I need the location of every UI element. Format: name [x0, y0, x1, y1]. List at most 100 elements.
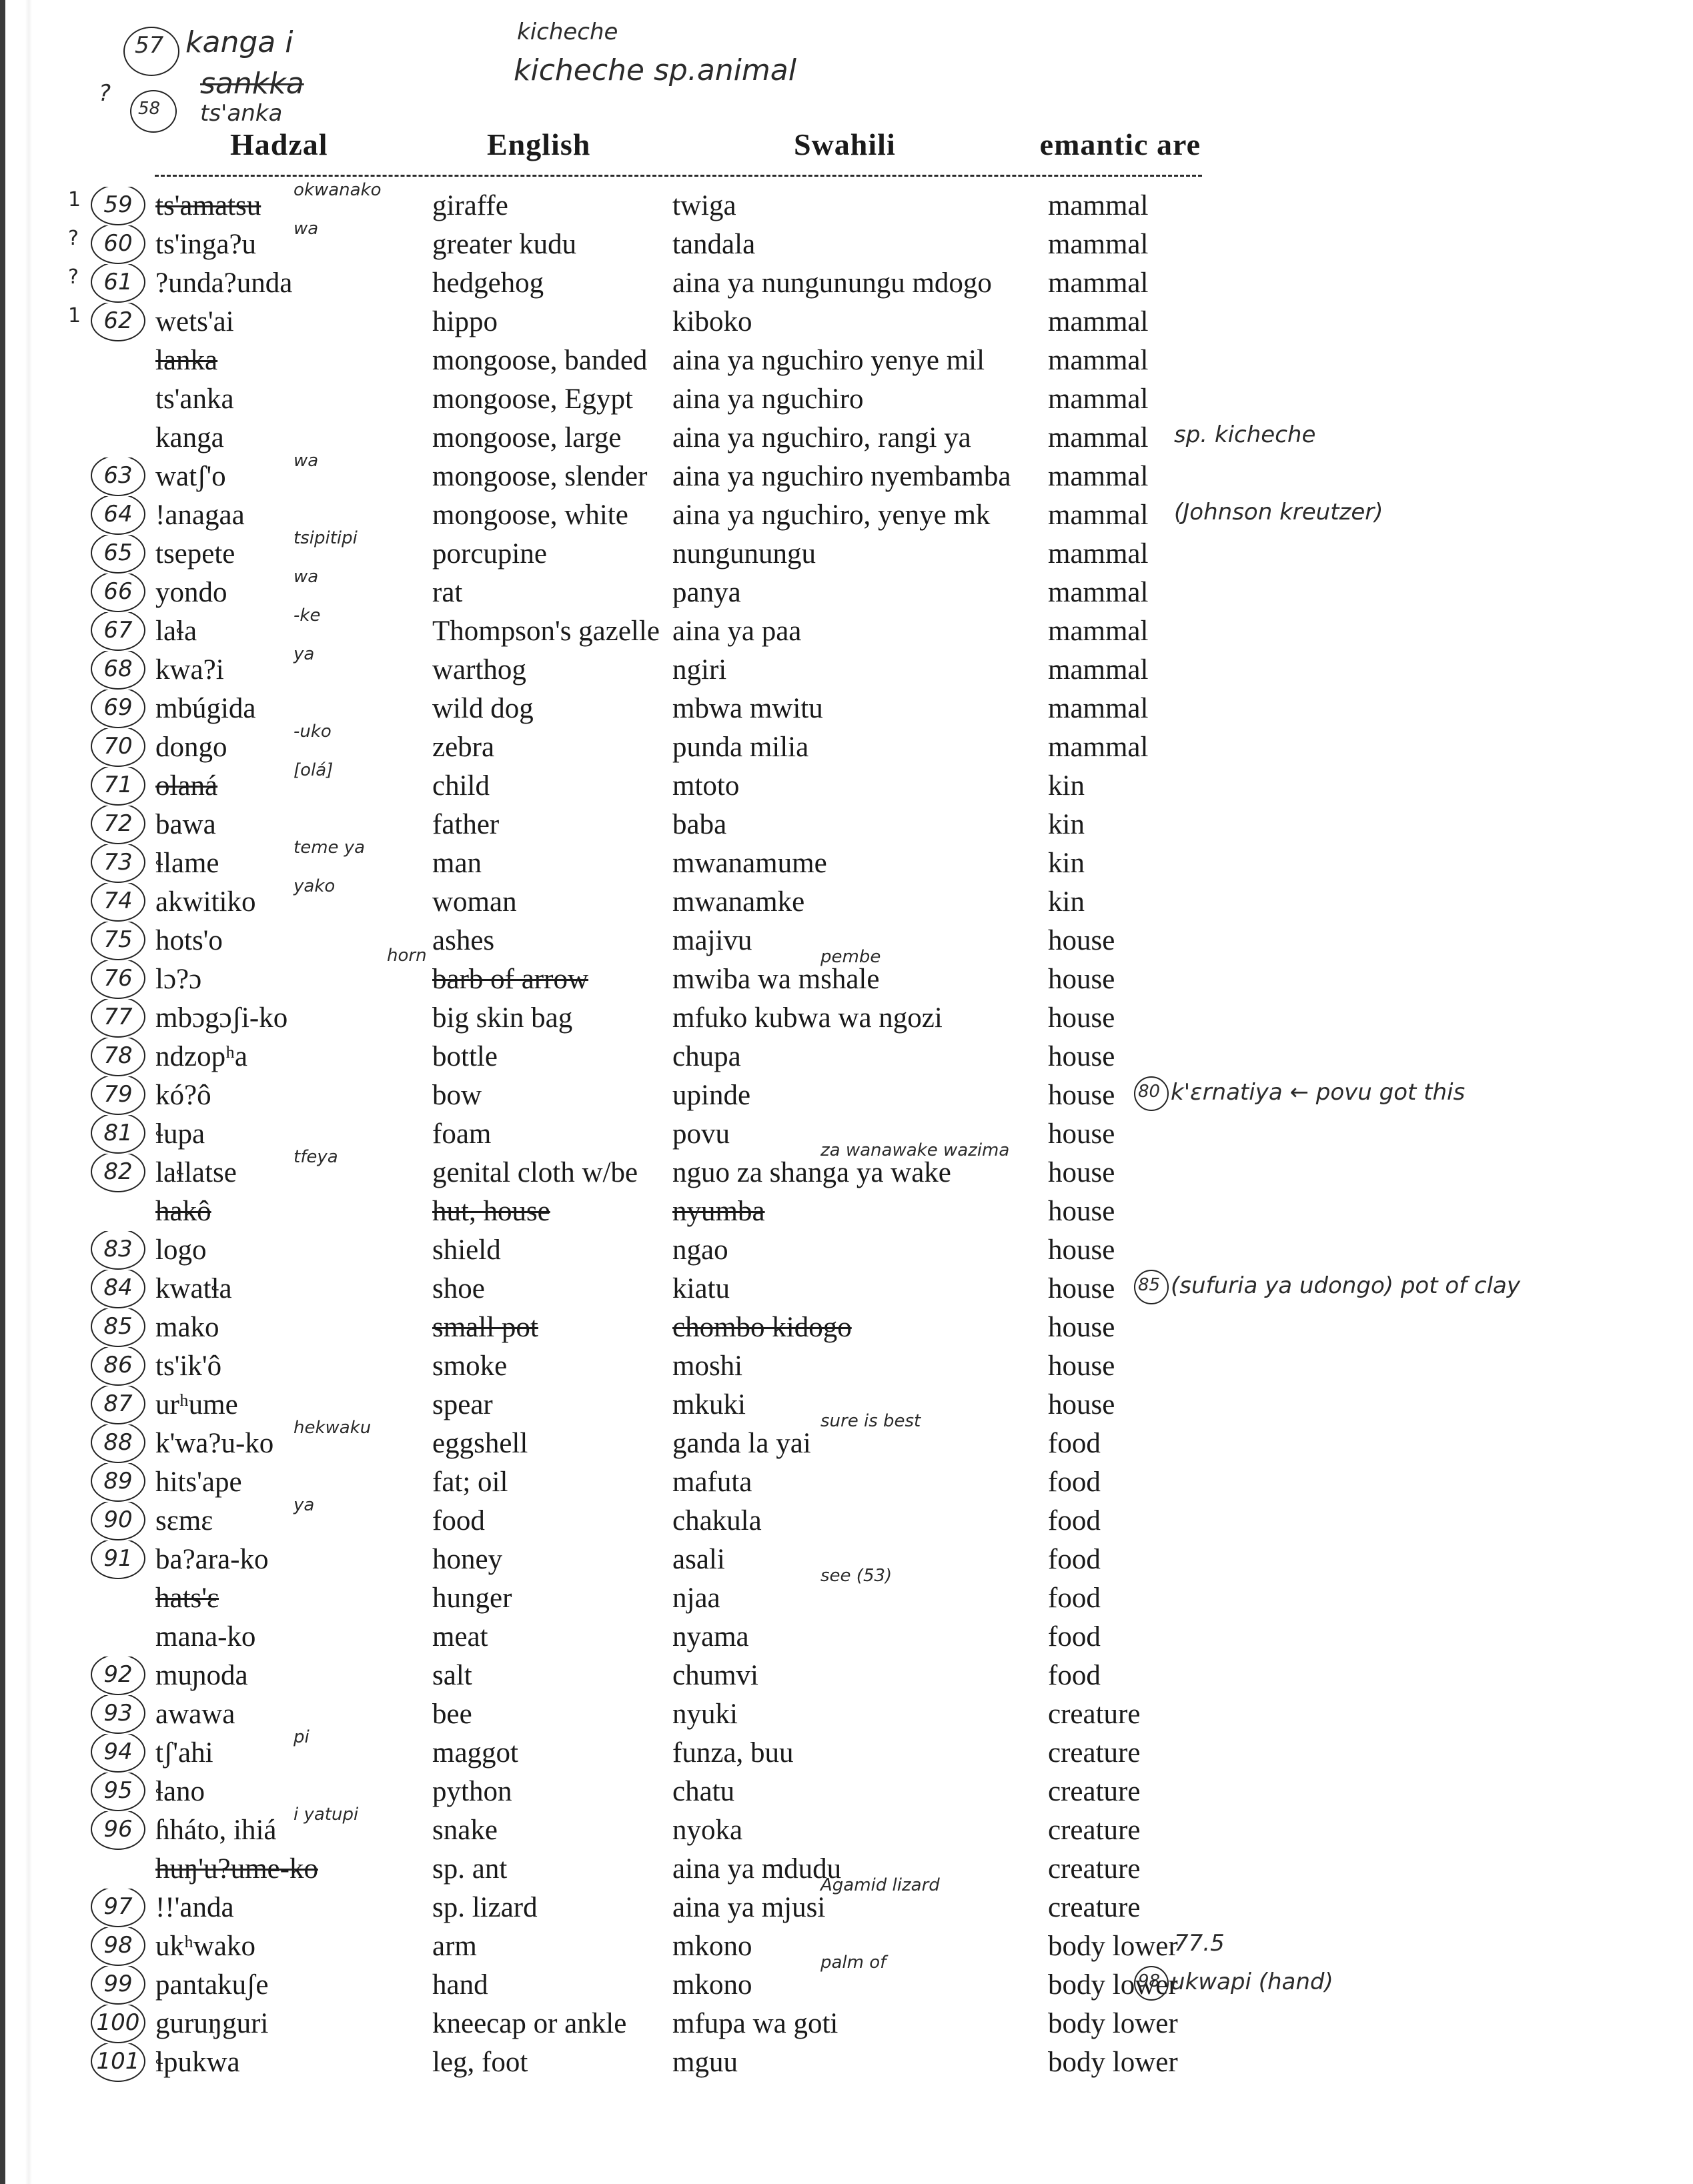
swahili-cell: chumvi — [672, 1661, 758, 1691]
item-number-cell: 62 — [88, 303, 149, 341]
semantic-area-cell: body lower — [1048, 2047, 1178, 2078]
circled-item-number: 94 — [91, 1734, 145, 1773]
table-row: ? 61 ?unda?unda hedgehog aina ya nungunungu … — [0, 264, 1207, 303]
hadza-handwritten-note: ya — [294, 1495, 315, 1515]
english-cell: hedgehog — [432, 268, 544, 299]
item-number-cell: 92 — [88, 1657, 149, 1695]
table-row: 67 laɬa Thompson's gazelle aina ya paa mamma… — [0, 606, 1207, 651]
semantic-area-cell: mammal — [1048, 461, 1149, 492]
hadza-cell: ts'anka — [155, 384, 234, 415]
swahili-cell: kiboko — [672, 307, 752, 337]
hadza-cell: ukʰwako — [155, 1931, 255, 1962]
semantic-area-cell: kin — [1048, 848, 1085, 879]
hadza-cell: hats'ɛ — [155, 1583, 219, 1614]
swahili-handwritten-note: pembe — [820, 947, 881, 967]
item-number-cell: 73 — [88, 844, 149, 883]
hadza-cell: yondo — [155, 578, 227, 608]
circled-item-number: 97 — [91, 1889, 145, 1927]
english-cell: mongoose, slender — [432, 461, 648, 492]
item-number-cell: 66 — [88, 574, 149, 612]
circled-item-number: 59 — [91, 187, 145, 225]
semantic-area-cell: mammal — [1048, 616, 1149, 647]
hadza-handwritten-note: ya — [294, 644, 315, 664]
swahili-cell: mfupa wa goti — [672, 2009, 838, 2039]
semantic-area-cell: food — [1048, 1467, 1101, 1498]
circled-item-number: 100 — [91, 2005, 145, 2043]
table-row: 76 lɔ?ɔ barb of arrow mwiba wa mshale house h… — [0, 946, 1207, 999]
semantic-area-cell: food — [1048, 1506, 1101, 1536]
item-number-cell: 93 — [88, 1695, 149, 1734]
table-row: 74 akwitiko woman mwanamke kin yako — [0, 876, 1207, 922]
swahili-handwritten-note: see (53) — [820, 1566, 893, 1586]
english-cell: sp. ant — [432, 1854, 508, 1885]
english-cell: mongoose, large — [432, 423, 622, 453]
swahili-cell: mfuko kubwa wa ngozi — [672, 1003, 943, 1034]
english-cell: fat; oil — [432, 1467, 508, 1498]
note-kicheche: kicheche — [517, 19, 618, 45]
circled-item-number: 99 — [91, 1966, 145, 2005]
hadza-cell: urʰume — [155, 1390, 238, 1420]
circled-item-number: 67 — [91, 612, 145, 651]
circled-item-number: 89 — [91, 1463, 145, 1502]
semantic-area-cell: house — [1048, 1390, 1115, 1420]
note-58-struck-text: sankka — [200, 67, 304, 101]
table-row: 98 ukʰwako arm mkono body lower 77.5 — [0, 1927, 1225, 1966]
table-row: 99 pantakuʃe hand mkono body lower palm of 98 u… — [0, 1953, 1333, 2005]
table-row: 100 guruŋguri kneecap or ankle mfupa wa got… — [0, 2005, 1207, 2043]
english-cell: big skin bag — [432, 1003, 573, 1034]
margin-handwritten-note: ukwapi (hand) — [1171, 1969, 1333, 1995]
english-cell: foam — [432, 1119, 492, 1150]
item-number-cell: 84 — [88, 1270, 149, 1308]
item-number-cell: 72 — [88, 806, 149, 844]
swahili-cell: chakula — [672, 1506, 762, 1536]
semantic-area-cell: food — [1048, 1544, 1101, 1575]
hadza-cell: akwitiko — [155, 887, 256, 918]
swahili-cell: baba — [672, 810, 727, 840]
note-57-number: 57 — [135, 32, 164, 59]
circled-item-number: 71 — [91, 767, 145, 806]
table-row: 71 olaná child mtoto kin [olá] — [0, 760, 1207, 806]
note-58-text: ts'anka — [200, 100, 283, 127]
table-row: 97 !!'anda sp. lizard aina ya mjusi creature… — [0, 1875, 1207, 1927]
swahili-cell: upinde — [672, 1080, 751, 1111]
hadza-cell: kó?ô — [155, 1080, 211, 1111]
table-row: 92 muɲoda salt chumvi food — [0, 1657, 1207, 1695]
hadza-handwritten-note: wa — [294, 567, 319, 587]
hadza-cell: ɦháto, ihiá — [155, 1815, 277, 1846]
english-cell: meat — [432, 1622, 488, 1653]
circled-item-number: 91 — [91, 1540, 145, 1579]
semantic-area-cell: food — [1048, 1428, 1101, 1459]
english-cell: arm — [432, 1931, 477, 1962]
item-number-cell — [88, 1192, 149, 1231]
table-row: 69 mbúgida wild dog mbwa mwitu mammal — [0, 690, 1207, 728]
english-cell: warthog — [432, 655, 526, 686]
table-row: lanka mongoose, banded aina ya nguchiro ye… — [0, 341, 1207, 380]
english-cell: food — [432, 1506, 485, 1536]
semantic-area-cell: creature — [1048, 1815, 1141, 1846]
hadza-handwritten-note: hekwaku — [294, 1418, 372, 1438]
hadza-cell: ?unda?unda — [155, 268, 293, 299]
table-row: 68 kwa?i warthog ngiri mammal ya — [0, 644, 1207, 690]
swahili-cell: aina ya nguchiro — [672, 384, 864, 415]
item-number-cell: 85 — [88, 1308, 149, 1347]
margin-handwritten-note: sp. kicheche — [1174, 421, 1316, 448]
table-row: 89 hits'ape fat; oil mafuta food — [0, 1463, 1207, 1502]
circled-item-number: 73 — [91, 844, 145, 883]
circled-item-number: 65 — [91, 535, 145, 574]
table-row: 79 kó?ô bow upinde house 80 k'ɛrnatiya ← povu … — [0, 1076, 1465, 1115]
hadza-handwritten-note: pi — [294, 1727, 310, 1747]
semantic-area-cell: creature — [1048, 1699, 1141, 1730]
table-row: huŋ'u?ume-ko sp. ant aina ya mdudu creature — [0, 1850, 1207, 1889]
item-number-cell: 81 — [88, 1115, 149, 1154]
swahili-cell: nyuki — [672, 1699, 738, 1730]
margin-mark: 1 — [68, 304, 81, 327]
circled-item-number: 90 — [91, 1502, 145, 1540]
table-row: hakô hut, house nyumba house — [0, 1192, 1207, 1231]
item-number-cell: 83 — [88, 1231, 149, 1270]
margin-mark: ? — [68, 227, 79, 250]
english-cell: bow — [432, 1080, 482, 1111]
circled-item-number: 77 — [91, 999, 145, 1038]
english-cell: bottle — [432, 1042, 498, 1072]
circled-item-number: 60 — [91, 225, 145, 264]
circled-item-number: 88 — [91, 1424, 145, 1463]
